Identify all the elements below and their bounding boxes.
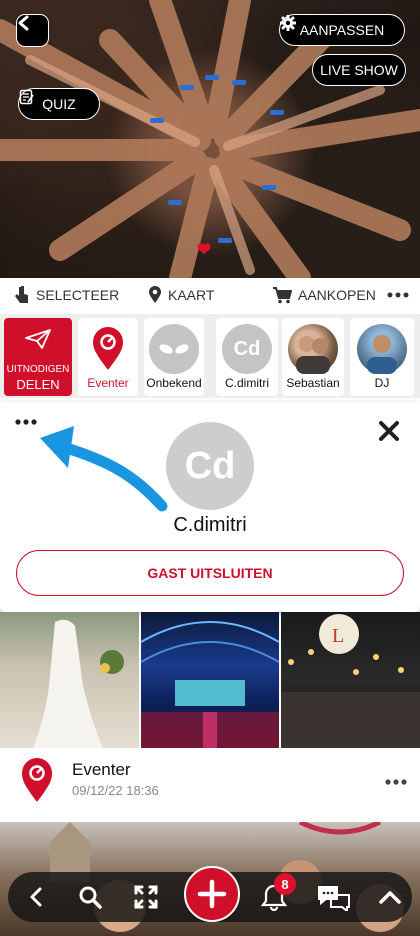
photo-avatar: [357, 324, 407, 374]
search-icon: [79, 886, 102, 909]
map-label: KAART: [168, 287, 215, 303]
couple-photo-icon: [296, 336, 330, 374]
post-author-name[interactable]: Eventer: [72, 760, 131, 780]
close-popup-button[interactable]: [378, 420, 400, 447]
buy-action[interactable]: AANKOPEN: [272, 286, 376, 304]
guest-name: Sebastian: [286, 376, 340, 390]
svg-text:L: L: [332, 625, 344, 647]
nav-fullscreen-button[interactable]: [128, 872, 164, 922]
guest-card-dj[interactable]: DJ: [350, 318, 414, 396]
alien-face-icon: [159, 344, 189, 354]
photo-wedding-beach[interactable]: [0, 612, 139, 748]
customize-label: AANPASSEN: [299, 22, 385, 38]
post-timestamp: 09/12/22 18:36: [72, 783, 159, 798]
more-options-button[interactable]: [387, 285, 409, 305]
back-button[interactable]: [16, 14, 49, 47]
exclude-guest-button[interactable]: GAST UITSLUITEN: [16, 550, 404, 596]
invite-label-line1: UITNODIGEN: [6, 364, 70, 375]
fullscreen-icon: [134, 885, 158, 909]
plus-icon: [197, 879, 227, 909]
guest-avatar-large: Cd: [166, 422, 254, 510]
map-pin-icon: [93, 327, 123, 370]
notification-count-badge: 8: [274, 873, 296, 895]
more-dots-icon: [385, 779, 407, 785]
alien-avatar: [149, 324, 199, 374]
initials-avatar: Cd: [222, 324, 272, 374]
send-plane-icon: [25, 329, 51, 349]
chevron-left-icon: [18, 15, 29, 31]
map-pin-icon: [149, 286, 161, 303]
guest-name-title: C.dimitri: [173, 514, 247, 536]
chevron-left-icon: [30, 887, 42, 907]
photo-avatar: [288, 324, 338, 374]
map-action[interactable]: KAART: [148, 286, 214, 304]
nav-scroll-top-button[interactable]: [372, 872, 408, 922]
gear-icon: [280, 15, 296, 31]
chat-bubbles-icon: [318, 886, 350, 911]
pointer-arrow: [40, 426, 168, 512]
add-post-button[interactable]: [184, 866, 240, 922]
customize-button[interactable]: AANPASSEN: [279, 14, 405, 46]
post-header: Eventer 09/12/22 18:36: [0, 748, 420, 822]
action-row: SELECTEER KAART AANKOPEN: [0, 278, 420, 312]
photo-venue-stage[interactable]: [141, 612, 279, 748]
quiz-button[interactable]: QUIZ: [18, 88, 100, 120]
guest-card-cdimitri[interactable]: Cd C.dimitri: [216, 318, 278, 396]
post-author-avatar[interactable]: [20, 756, 54, 809]
invite-share-button[interactable]: UITNODIGEN DELEN: [4, 318, 72, 396]
chevron-up-icon: [379, 891, 401, 904]
close-icon: [379, 421, 399, 441]
guest-card-sebastian[interactable]: Sebastian: [282, 318, 344, 396]
guest-name: C.dimitri: [225, 376, 269, 390]
bride-illustration: [33, 619, 124, 748]
nav-chat-button[interactable]: [314, 872, 354, 922]
party-illustration: L: [281, 614, 420, 748]
live-show-button[interactable]: LIVE SHOW: [312, 54, 406, 86]
live-show-label: LIVE SHOW: [320, 62, 398, 78]
more-dots-icon: [387, 292, 409, 298]
quiz-label: QUIZ: [42, 96, 76, 112]
shopping-cart-icon: [273, 287, 292, 304]
nav-back-button[interactable]: [18, 872, 54, 922]
quiz-notepad-icon: [19, 89, 34, 105]
hand-pointer-icon: [15, 286, 28, 303]
guest-card-eventer[interactable]: Eventer: [78, 318, 138, 396]
eventer-avatar: [83, 324, 133, 374]
stage-illustration: [141, 621, 279, 748]
map-pin-icon: [22, 758, 52, 802]
guest-strip: UITNODIGEN DELEN Eventer Onbekend Cd C.d…: [0, 314, 420, 398]
select-label: SELECTEER: [36, 287, 120, 303]
guest-popup: Cd C.dimitri GAST UITSLUITEN: [0, 402, 420, 612]
nav-search-button[interactable]: [72, 872, 108, 922]
invite-label-line2: DELEN: [16, 377, 60, 392]
guest-name: Onbekend: [146, 376, 202, 390]
select-action[interactable]: SELECTEER: [14, 286, 119, 304]
guest-name: Eventer: [87, 376, 129, 390]
photo-party-crowd[interactable]: L: [281, 612, 420, 748]
guest-card-onbekend[interactable]: Onbekend: [144, 318, 204, 396]
dj-photo-icon: [367, 335, 397, 374]
guest-name: DJ: [374, 376, 390, 390]
hero-photo: AANPASSEN LIVE SHOW QUIZ: [0, 0, 420, 278]
buy-label: AANKOPEN: [298, 287, 376, 303]
post-more-button[interactable]: [384, 774, 408, 792]
